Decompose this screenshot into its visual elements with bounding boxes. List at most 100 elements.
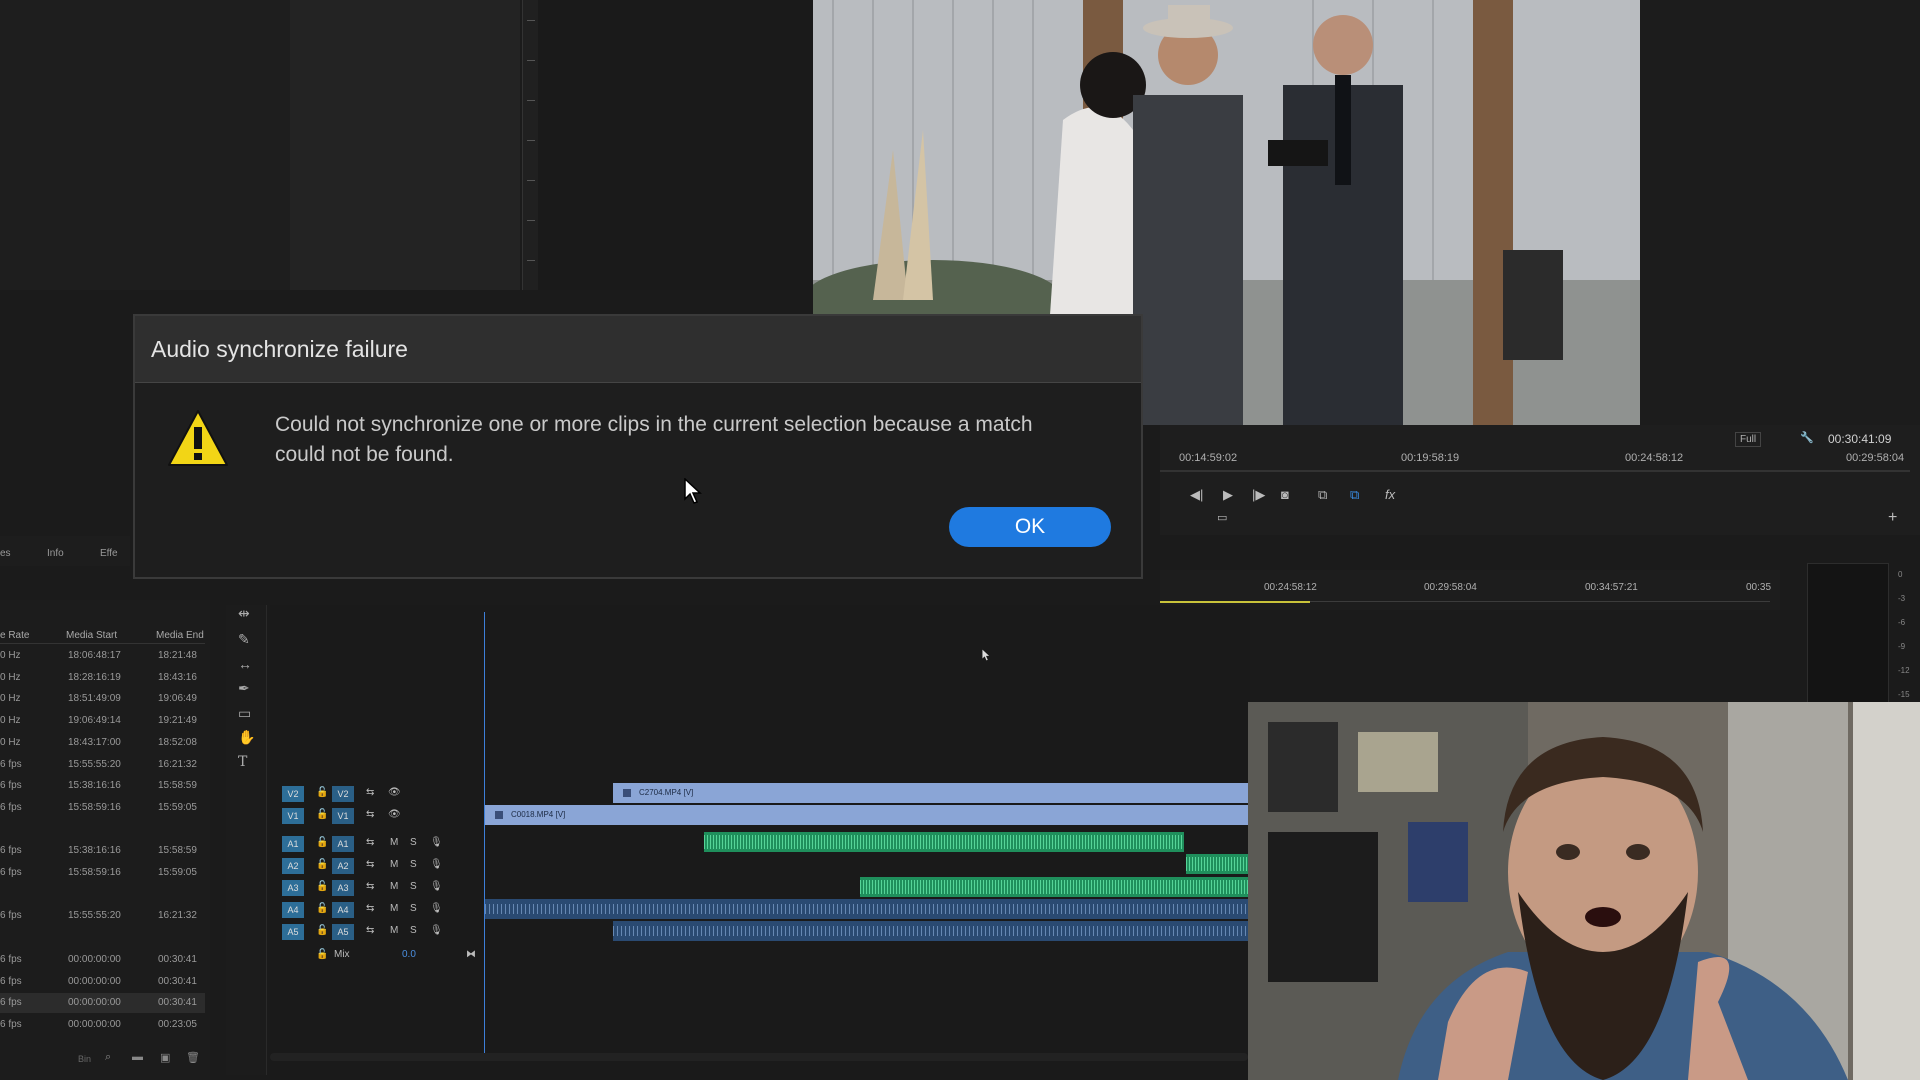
play-icon[interactable]: ▶ [1223,487,1233,503]
mute-button[interactable]: M [390,903,398,914]
mute-button[interactable]: M [390,837,398,848]
microphone-icon[interactable]: 🎙 [430,925,443,936]
eye-icon[interactable]: 👁 [388,809,401,820]
sync-lock-icon[interactable]: ⇆ [366,787,374,798]
type-tool-icon[interactable]: T [238,754,247,770]
sync-lock-icon[interactable]: ⇆ [366,903,374,914]
sync-lock-icon[interactable]: ⇆ [366,859,374,870]
source-patch-a1[interactable]: A1 [282,836,304,852]
video-clip-v1[interactable]: C0018.MP4 [V] [485,805,1248,825]
source-patch-a2[interactable]: A2 [282,858,304,874]
project-row[interactable]: 6 fps 15:38:16:16 15:58:59 [0,841,205,861]
project-row[interactable]: 6 fps 15:38:16:16 15:58:59 [0,776,205,796]
trash-icon[interactable]: 🗑 [186,1051,200,1064]
add-button-icon[interactable]: + [1888,509,1897,527]
fit-dropdown[interactable]: Full [1735,432,1762,447]
sequence-time-ruler[interactable]: 00:24:58:12 00:29:58:04 00:34:57:21 00:3… [1160,570,1780,610]
project-row[interactable] [0,928,205,948]
project-row[interactable]: 6 fps 00:00:00:00 00:23:05 [0,1015,205,1035]
solo-button[interactable]: S [410,903,417,914]
solo-button[interactable]: S [410,837,417,848]
audio-clip-a5[interactable] [613,921,1248,941]
timeline-scrollbar[interactable] [270,1053,1248,1061]
track-target-a1[interactable]: A1 [332,836,354,852]
sync-lock-icon[interactable]: ⇆ [366,809,374,820]
source-patch-v2[interactable]: V2 [282,786,304,802]
solo-button[interactable]: S [410,859,417,870]
project-row[interactable]: 6 fps 15:55:55:20 16:21:32 [0,906,205,926]
audio-clip-a3[interactable] [860,877,1248,897]
track-target-a4[interactable]: A4 [332,902,354,918]
tab-info[interactable]: Info [47,548,64,559]
step-back-icon[interactable]: ◀| [1190,487,1203,503]
microphone-icon[interactable]: 🎙 [430,859,443,870]
microphone-icon[interactable]: 🎙 [430,903,443,914]
project-row[interactable]: 0 Hz 19:06:49:14 19:21:49 [0,711,205,731]
source-patch-a4[interactable]: A4 [282,902,304,918]
overwrite-icon[interactable]: ⧉ [1318,487,1327,503]
step-forward-icon[interactable]: |▶ [1252,487,1265,503]
track-target-a5[interactable]: A5 [332,924,354,940]
go-to-end-icon[interactable]: ⧓ [466,949,476,960]
razor-icon[interactable]: ✎ [238,631,250,648]
microphone-icon[interactable]: 🎙 [430,837,443,848]
pen-icon[interactable]: ✒ [238,680,250,697]
ripple-edit-icon[interactable]: ⇹ [238,605,250,622]
project-row[interactable]: 0 Hz 18:06:48:17 18:21:48 [0,646,205,666]
dialog-titlebar[interactable]: Audio synchronize failure [135,316,1141,383]
column-header-media-end[interactable]: Media End [156,630,204,641]
audio-clip-a2[interactable] [1186,854,1248,874]
sync-lock-icon[interactable]: ⇆ [366,837,374,848]
mute-button[interactable]: M [390,881,398,892]
project-row[interactable]: 0 Hz 18:28:16:19 18:43:16 [0,668,205,688]
eye-icon[interactable]: 👁 [388,787,401,798]
tab-effects[interactable]: es [0,548,11,559]
fx-icon[interactable]: fx [1385,487,1395,502]
mute-button[interactable]: M [390,925,398,936]
source-patch-a3[interactable]: A3 [282,880,304,896]
column-header-frame-rate[interactable]: e Rate [0,630,29,641]
lock-icon[interactable]: 🔓 [316,787,328,798]
column-header-media-start[interactable]: Media Start [66,630,117,641]
new-item-icon[interactable]: ▣ [160,1051,170,1064]
project-row[interactable]: 6 fps 15:55:55:20 16:21:32 [0,755,205,775]
sync-lock-icon[interactable]: ⇆ [366,881,374,892]
microphone-icon[interactable]: 🎙 [430,881,443,892]
track-target-v2[interactable]: V2 [332,786,354,802]
rectangle-icon[interactable]: ▭ [238,705,251,722]
solo-button[interactable]: S [410,925,417,936]
slip-icon[interactable]: ↔ [238,656,252,672]
mix-value[interactable]: 0.0 [402,949,416,960]
lock-icon[interactable]: 🔓 [316,881,328,892]
lock-icon[interactable]: 🔓 [316,949,328,960]
video-clip-v2[interactable]: C2704.MP4 [V] [613,783,1248,803]
lock-icon[interactable]: 🔓 [316,903,328,914]
project-row[interactable]: 6 fps 00:00:00:00 00:30:41 [0,972,205,992]
safe-margins-icon[interactable]: ▭ [1217,511,1227,524]
wrench-icon[interactable]: 🔧 [1800,431,1814,444]
mute-button[interactable]: M [390,859,398,870]
compare-icon[interactable]: ⧉ [1350,487,1359,503]
tab-effect-controls[interactable]: Effe [100,548,118,559]
source-patch-v1[interactable]: V1 [282,808,304,824]
search-icon[interactable]: ⌕ [105,1051,111,1064]
project-row[interactable]: 6 fps 00:00:00:00 00:30:41 [0,950,205,970]
source-patch-a5[interactable]: A5 [282,924,304,940]
project-row[interactable]: 6 fps 15:58:59:16 15:59:05 [0,863,205,883]
track-target-v1[interactable]: V1 [332,808,354,824]
lock-icon[interactable]: 🔓 [316,809,328,820]
lock-icon[interactable]: 🔓 [316,859,328,870]
camera-icon[interactable]: ◙ [1281,487,1289,502]
lock-icon[interactable]: 🔓 [316,925,328,936]
project-row[interactable]: 0 Hz 18:51:49:09 19:06:49 [0,689,205,709]
track-target-a3[interactable]: A3 [332,880,354,896]
project-row[interactable]: 6 fps 00:00:00:00 00:30:41 [0,993,205,1014]
project-row[interactable] [0,885,205,905]
audio-clip-a1[interactable] [704,832,1184,852]
lock-icon[interactable]: 🔓 [316,837,328,848]
new-bin-icon[interactable]: ▬ [132,1051,143,1063]
project-row[interactable] [0,820,205,840]
project-row[interactable]: 0 Hz 18:43:17:00 18:52:08 [0,733,205,753]
solo-button[interactable]: S [410,881,417,892]
project-row[interactable]: 6 fps 15:58:59:16 15:59:05 [0,798,205,818]
